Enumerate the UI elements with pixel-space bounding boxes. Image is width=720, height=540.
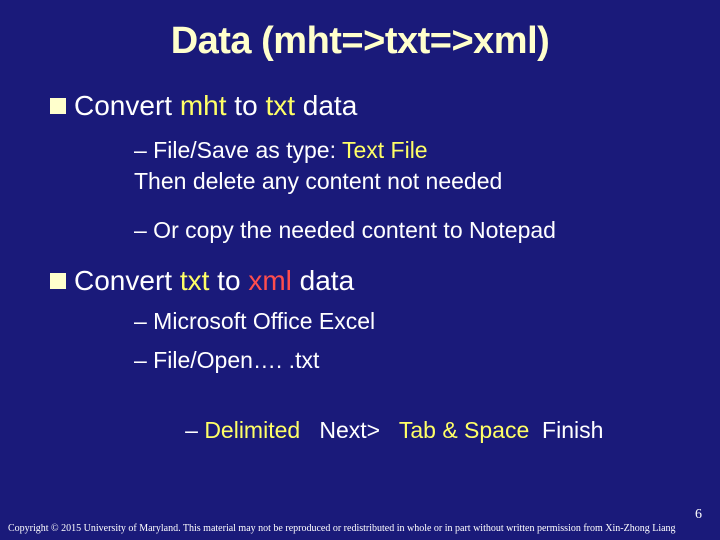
slide-footer: 6 Copyright © 2015 University of Marylan… (0, 507, 720, 536)
sec2-sub3-b: Delimited (204, 417, 300, 443)
sec2-lead: Convert (74, 265, 180, 296)
sec2-sub2-text: – File/Open…. .txt (134, 347, 319, 373)
sec1-tail: data (295, 90, 357, 121)
sec2-sub3-d: Tab & Space (399, 417, 529, 443)
sec2-sub3-e: Finish (529, 417, 603, 443)
sec1-lead: Convert (74, 90, 180, 121)
sec1-hl2: txt (265, 90, 295, 121)
sec2-sub3: – Delimited Next> Tab & Space Finish (134, 384, 710, 477)
copyright-text: Copyright © 2015 University of Maryland.… (8, 523, 712, 534)
sec1-hl1: mht (180, 90, 227, 121)
sec2-sub3-a: – (185, 417, 204, 443)
sec1-sub1-hl: Text File (342, 137, 428, 163)
section-1: Convert mht to txt data – File/Save as t… (50, 87, 710, 246)
sec2-hl1: txt (180, 265, 210, 296)
sec2-sub1-text: – Microsoft Office Excel (134, 308, 375, 334)
sec2-mid: to (209, 265, 248, 296)
slide-content: Data (mht=>txt=>xml) Convert mht to txt … (0, 0, 720, 477)
section-1-heading: Convert mht to txt data (50, 87, 710, 125)
sec1-sub2: – Or copy the needed content to Notepad (134, 215, 710, 246)
sec2-sub3-c: Next> (300, 417, 399, 443)
sec1-sub2-text: – Or copy the needed content to Notepad (134, 217, 556, 243)
sec2-sub1: – Microsoft Office Excel (134, 306, 710, 337)
bullet-square-icon (50, 273, 66, 289)
page-number: 6 (8, 507, 712, 523)
section-2-sublist: – Microsoft Office Excel – File/Open…. .… (134, 306, 710, 477)
sec2-sub2: – File/Open…. .txt (134, 345, 710, 376)
sec1-sub1: – File/Save as type: Text File Then dele… (134, 135, 710, 197)
sec2-hl2: xml (248, 265, 292, 296)
section-2: Convert txt to xml data – Microsoft Offi… (50, 262, 710, 477)
section-1-sublist: – File/Save as type: Text File Then dele… (134, 135, 710, 246)
sec1-mid: to (227, 90, 266, 121)
sec1-sub1-line2: Then delete any content not needed (134, 168, 502, 194)
slide-title: Data (mht=>txt=>xml) (10, 20, 710, 63)
sec1-sub1-pre: – File/Save as type: (134, 137, 342, 163)
section-2-heading: Convert txt to xml data (50, 262, 710, 300)
bullet-square-icon (50, 98, 66, 114)
sec2-tail: data (292, 265, 354, 296)
